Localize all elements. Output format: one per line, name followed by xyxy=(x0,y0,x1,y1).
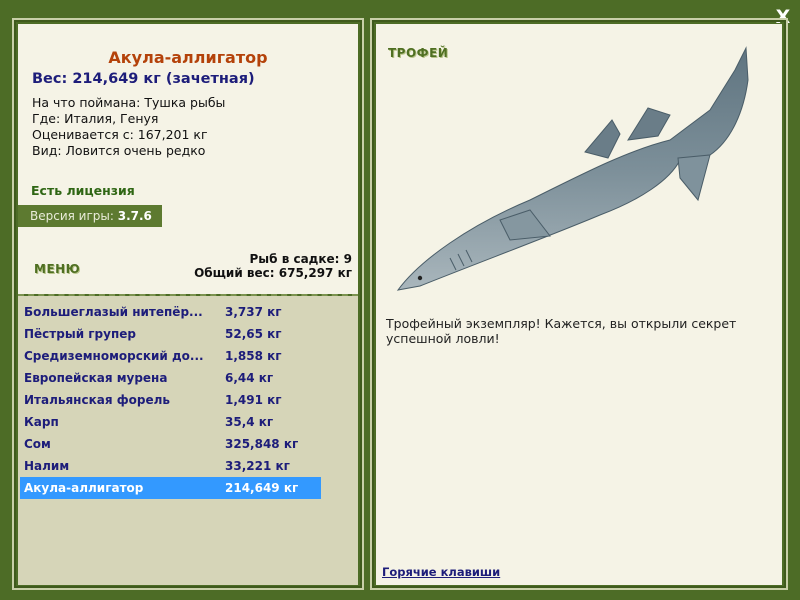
fish-weight: Вес: 214,649 кг (зачетная) xyxy=(32,71,255,87)
catch-weight: 6,44 кг xyxy=(225,371,274,385)
catch-name: Большеглазый нитепёр... xyxy=(24,305,203,319)
catch-weight: 325,848 кг xyxy=(225,437,299,451)
catch-name: Итальянская форель xyxy=(24,393,170,407)
fish-title: Акула-аллигатор xyxy=(108,48,268,67)
menu-button[interactable]: МЕНЮ xyxy=(34,262,80,276)
fish-location: Где: Италия, Генуя xyxy=(32,111,159,126)
catch-weight: 3,737 кг xyxy=(225,305,282,319)
catch-name: Сом xyxy=(24,437,51,451)
catch-list-item[interactable]: Сом 325,848 кг xyxy=(20,433,321,455)
catch-weight: 214,649 кг xyxy=(225,481,299,495)
catch-name: Пёстрый групер xyxy=(24,327,136,341)
version-label: Версия игры: xyxy=(30,209,114,223)
catch-list-item[interactable]: Налим 33,221 кг xyxy=(20,455,321,477)
license-status: Есть лицензия xyxy=(31,183,135,198)
catch-weight: 33,221 кг xyxy=(225,459,290,473)
keepnet-stats: Рыб в садке: 9 Общий вес: 675,297 кг xyxy=(194,252,352,280)
catch-name: Карп xyxy=(24,415,59,429)
catch-weight: 1,858 кг xyxy=(225,349,282,363)
catch-weight: 1,491 кг xyxy=(225,393,282,407)
keepnet-total-weight: Общий вес: 675,297 кг xyxy=(194,266,352,280)
catch-list-item[interactable]: Средиземноморский до... 1,858 кг xyxy=(20,345,321,367)
catch-list-item-selected[interactable]: Акула-аллигатор 214,649 кг xyxy=(20,477,321,499)
divider xyxy=(18,294,358,296)
hotkeys-link[interactable]: Горячие клавиши xyxy=(382,565,500,579)
catch-name: Налим xyxy=(24,459,70,473)
fish-rarity: Вид: Ловится очень редко xyxy=(32,143,206,158)
keepnet-count: Рыб в садке: 9 xyxy=(249,252,353,266)
version-bar: Версия игры: 3.7.6 xyxy=(18,205,162,227)
catch-list-item[interactable]: Карп 35,4 кг xyxy=(20,411,321,433)
catch-name: Акула-аллигатор xyxy=(24,481,144,495)
catch-weight: 52,65 кг xyxy=(225,327,282,341)
trophy-description: Трофейный экземпляр! Кажется, вы открыли… xyxy=(386,316,737,346)
shark-illustration xyxy=(396,46,749,291)
catch-list-item[interactable]: Пёстрый групер 52,65 кг xyxy=(20,323,321,345)
catch-list: Большеглазый нитепёр... 3,737 кг Пёстрый … xyxy=(20,301,321,499)
catch-list-item[interactable]: Итальянская форель 1,491 кг xyxy=(20,389,321,411)
catch-list-item[interactable]: Большеглазый нитепёр... 3,737 кг xyxy=(20,301,321,323)
catch-list-item[interactable]: Европейская мурена 6,44 кг xyxy=(20,367,321,389)
fish-valued-from: Оценивается с: 167,201 кг xyxy=(32,127,208,142)
version-value: 3.7.6 xyxy=(117,209,152,223)
catch-weight: 35,4 кг xyxy=(225,415,274,429)
catch-name: Европейская мурена xyxy=(24,371,168,385)
catch-name: Средиземноморский до... xyxy=(24,349,204,363)
fish-bait: На что поймана: Тушка рыбы xyxy=(32,95,226,110)
